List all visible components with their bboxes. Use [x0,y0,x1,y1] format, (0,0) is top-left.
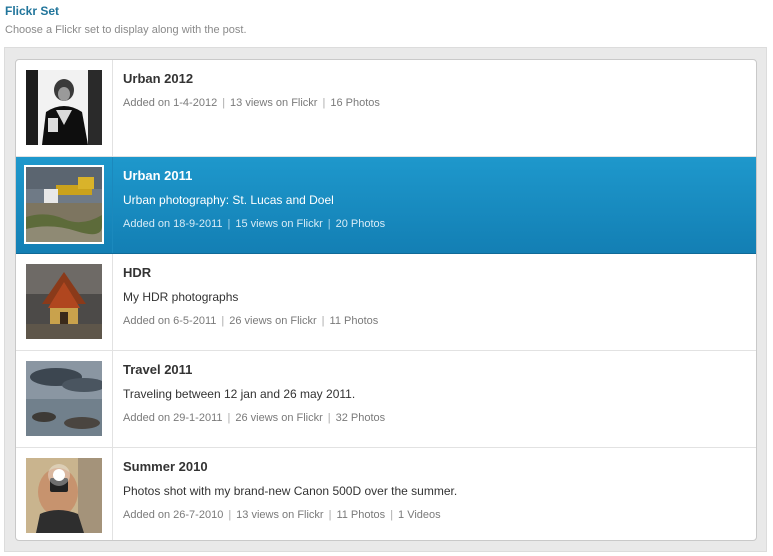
set-added-date: Added on 26-7-2010 [123,509,224,521]
set-views: 13 views on Flickr [236,509,324,521]
set-description: Photos shot with my brand-new Canon 500D… [123,484,458,498]
set-title: HDR [123,265,152,280]
flickr-set-item-hdr[interactable]: HDR My HDR photographs Added on 6-5-2011… [16,254,756,351]
set-title: Urban 2012 [123,71,194,86]
field-heading: Flickr Set [5,4,60,18]
set-views: 13 views on Flickr [230,97,318,109]
thumbnail-cell [16,157,113,253]
thumbnail-cell [16,351,113,447]
flickr-set-item-summer-2010[interactable]: Summer 2010 Photos shot with my brand-ne… [16,448,756,540]
set-title: Urban 2011 [123,168,193,183]
set-info: Urban 2011 Urban photography: St. Lucas … [123,168,746,231]
set-added-date: Added on 18-9-2011 [123,218,223,230]
set-thumbnail-image [26,264,102,339]
set-photo-count: 11 Photos [329,315,379,327]
set-added-date: Added on 1-4-2012 [123,97,218,109]
set-thumbnail-image [26,361,102,436]
set-meta: Added on 1-4-2012 | 13 views on Flickr | 16 … [123,97,380,109]
set-photo-count: 32 Photos [335,412,386,424]
set-meta: Added on 6-5-2011 | 26 views on Flickr | 11 … [123,315,379,327]
set-info: Summer 2010 Photos shot with my brand-ne… [123,459,746,522]
thumbnail-cell [16,254,113,350]
set-video-count: 1 Videos [398,509,441,521]
set-added-date: Added on 6-5-2011 [123,315,217,327]
set-photo-count: 20 Photos [335,218,386,230]
thumbnail-cell [16,448,113,540]
set-description: Urban photography: St. Lucas and Doel [123,193,334,207]
set-views: 26 views on Flickr [229,315,317,327]
set-thumbnail-image [24,165,104,244]
set-meta: Added on 18-9-2011 | 15 views on Flickr | 20… [123,218,386,230]
flickr-set-item-urban-2012[interactable]: Urban 2012 Added on 1-4-2012 | 13 views on… [16,60,756,157]
set-title: Travel 2011 [123,362,193,377]
set-description: Traveling between 12 jan and 26 may 2011… [123,387,356,401]
flickr-set-item-travel-2011[interactable]: Travel 2011 Traveling between 12 jan and… [16,351,756,448]
set-info: Travel 2011 Traveling between 12 jan and… [123,362,746,425]
set-thumbnail-image [26,458,102,533]
set-views: 26 views on Flickr [235,412,323,424]
set-views: 15 views on Flickr [235,218,323,230]
set-info: Urban 2012 Added on 1-4-2012 | 13 views on… [123,71,746,110]
flickr-set-item-urban-2011[interactable]: Urban 2011 Urban photography: St. Lucas … [16,157,756,254]
thumbnail-cell [16,60,113,156]
set-meta: Added on 29-1-2011 | 26 views on Flickr | 32… [123,412,386,424]
set-meta: Added on 26-7-2010 | 13 views on Flickr | 11… [123,509,441,521]
flickr-set-list: Urban 2012 Added on 1-4-2012 | 13 views on… [15,59,757,541]
set-description: My HDR photographs [123,290,239,304]
set-added-date: Added on 29-1-2011 [123,412,223,424]
set-photo-count: 11 Photos [336,509,386,521]
set-thumbnail-image [26,70,102,145]
field-description: Choose a Flickr set to display along wit… [5,24,247,36]
set-photo-count: 16 Photos [330,97,380,109]
set-info: HDR My HDR photographs Added on 6-5-2011… [123,265,746,328]
set-title: Summer 2010 [123,459,208,474]
